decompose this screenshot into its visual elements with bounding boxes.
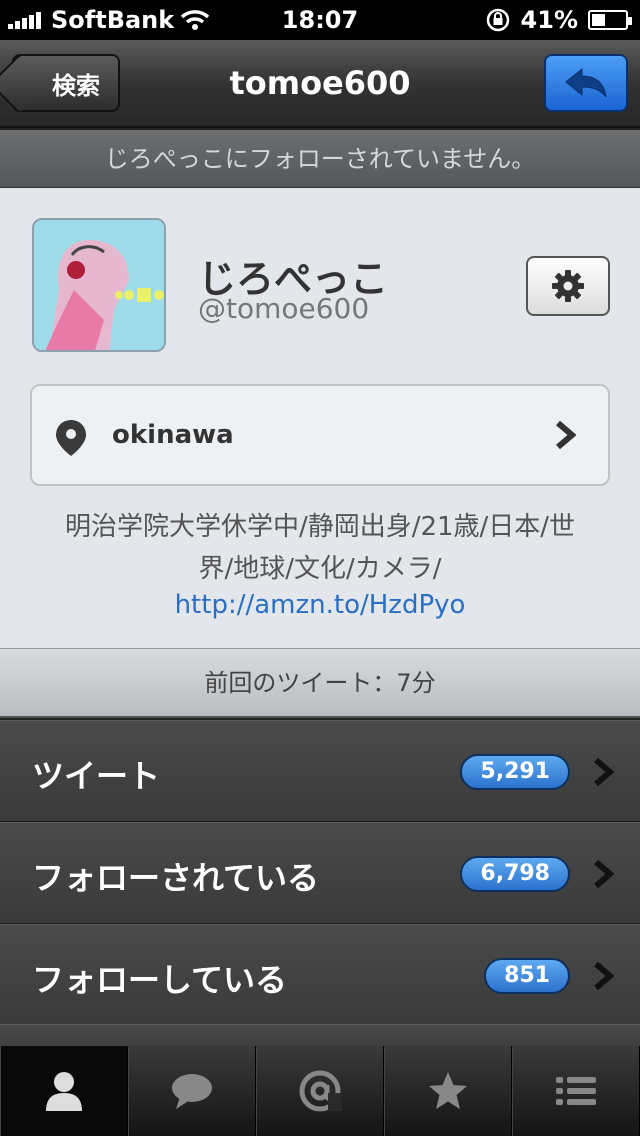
avatar[interactable] (32, 218, 166, 352)
bio-line: 明治学院大学休学中/静岡出身/21歳/日本/世 (64, 512, 576, 542)
last-tweet-time: 前回のツイート：7分 (0, 648, 640, 718)
stat-count-badge: 5,291 (460, 754, 570, 790)
battery-fill (592, 14, 605, 26)
stat-row-following[interactable]: フォローしている 851 (0, 924, 640, 1026)
stat-count-badge: 6,798 (460, 856, 570, 892)
follow-status-banner: じろぺっこにフォローされていません。 (0, 130, 640, 188)
person-icon (46, 1072, 82, 1111)
chevron-right-icon (594, 961, 614, 991)
profile-header: じろぺっこ @tomoe600 okinawa 明治学院大学休学中/静岡出身/2… (0, 188, 640, 648)
stat-row-followers[interactable]: フォローされている 6,798 (0, 822, 640, 924)
stat-label: ツイート (32, 757, 161, 795)
chevron-right-icon (556, 420, 576, 450)
tab-messages[interactable] (128, 1046, 256, 1136)
location-pin-icon (56, 420, 86, 456)
avatar-illustration-icon (34, 220, 164, 350)
stat-label: フォローしている (32, 961, 288, 999)
stat-row-partial (0, 1024, 640, 1046)
location-label: okinawa (112, 420, 234, 450)
tab-lists[interactable] (512, 1046, 640, 1136)
stat-count-badge: 851 (484, 958, 570, 994)
star-icon (429, 1072, 467, 1109)
battery-percent: 41% (520, 6, 578, 34)
stat-label: フォローされている (32, 859, 320, 897)
rotation-lock-icon (486, 8, 509, 32)
tab-profile[interactable] (0, 1046, 128, 1136)
bio-line: 界/地球/文化/カメラ/ (198, 554, 442, 584)
reply-arrow-icon (565, 67, 607, 98)
tab-favorites[interactable] (384, 1046, 512, 1136)
reply-button[interactable] (544, 54, 628, 112)
settings-button[interactable] (526, 256, 610, 316)
chevron-right-icon (594, 757, 614, 787)
gear-icon (552, 270, 584, 302)
chevron-right-icon (594, 859, 614, 889)
at-sign-icon (299, 1070, 342, 1112)
username: @tomoe600 (198, 292, 370, 325)
bio-link[interactable]: http://amzn.to/HzdPyo (0, 590, 640, 620)
list-icon (556, 1077, 596, 1105)
navigation-bar: 検索 tomoe600 (0, 40, 640, 128)
stat-row-tweets[interactable]: ツイート 5,291 (0, 720, 640, 822)
battery-icon (588, 10, 632, 30)
tab-mentions[interactable] (256, 1046, 384, 1136)
battery-group: 41% (485, 6, 632, 34)
tab-bar (0, 1046, 640, 1136)
location-row[interactable]: okinawa (30, 384, 610, 486)
status-bar: SoftBank 18:07 41% (0, 0, 640, 40)
bio-text: 明治学院大学休学中/静岡出身/21歳/日本/世 界/地球/文化/カメラ/ (20, 506, 620, 590)
speech-bubble-icon (172, 1074, 212, 1109)
